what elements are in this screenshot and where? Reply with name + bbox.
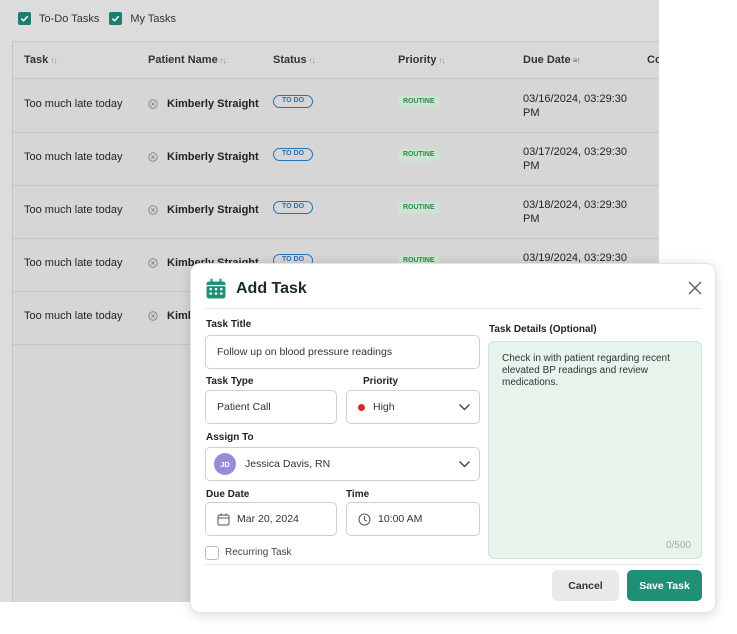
- task-cell: Too much late today: [24, 151, 123, 163]
- sort-icon[interactable]: ↑↓: [220, 56, 227, 65]
- filter-todo-tasks[interactable]: To-Do Tasks: [18, 12, 99, 25]
- column-header-extra[interactable]: Co: [647, 54, 659, 66]
- priority-select[interactable]: High: [346, 390, 480, 424]
- due-date-cell: 03/17/2024, 03:29:30 PM: [523, 146, 627, 172]
- due-date-cell: 03/16/2024, 03:29:30 PM: [523, 93, 627, 119]
- assign-to-label: Assign To: [206, 432, 254, 443]
- column-header-task[interactable]: Task ↑↓: [24, 54, 57, 66]
- task-cell: Too much late today: [24, 98, 123, 110]
- footer-divider: [205, 564, 701, 565]
- patient-cell: Kimberly Straight: [148, 204, 259, 216]
- task-details-textarea[interactable]: Check in with patient regarding recent e…: [488, 341, 702, 559]
- time-label: Time: [346, 489, 370, 500]
- recurring-task-label: Recurring Task: [225, 547, 292, 558]
- patient-cell: Kimberly Straight: [148, 98, 259, 110]
- filter-bar: To-Do Tasks My Tasks: [18, 12, 186, 25]
- time-input[interactable]: 10:00 AM: [346, 502, 480, 536]
- checkbox-checked-icon[interactable]: [109, 12, 123, 25]
- status-badge: TO DO: [273, 201, 314, 214]
- task-title-input[interactable]: Follow up on blood pressure readings: [205, 335, 480, 369]
- assign-to-select[interactable]: JD Jessica Davis, RN: [205, 447, 480, 481]
- priority-badge: ROUTINE: [398, 202, 440, 214]
- table-header: Task ↑↓ Patient Name ↑↓ Status ↑↓ Priority ↑…: [13, 41, 659, 79]
- chevron-down-icon[interactable]: [458, 459, 471, 469]
- task-cell: Too much late today: [24, 310, 123, 322]
- remove-circle-icon[interactable]: [148, 99, 158, 109]
- remove-circle-icon[interactable]: [148, 205, 158, 215]
- column-header-status[interactable]: Status ↑↓: [273, 54, 316, 66]
- sort-active-icon[interactable]: ≡↑: [573, 56, 581, 65]
- filter-label: My Tasks: [130, 12, 176, 25]
- priority-badge: ROUTINE: [398, 149, 440, 161]
- task-details-label: Task Details (Optional): [489, 324, 597, 335]
- remove-circle-icon[interactable]: [148, 311, 158, 321]
- task-type-input[interactable]: Patient Call: [205, 390, 337, 424]
- sort-icon[interactable]: ↑↓: [309, 56, 316, 65]
- filter-my-tasks[interactable]: My Tasks: [109, 12, 176, 25]
- due-date-cell: 03/18/2024, 03:29:30 PM: [523, 199, 627, 225]
- patient-cell: Kimberly Straight: [148, 151, 259, 163]
- recurring-checkbox[interactable]: [205, 546, 219, 560]
- remove-circle-icon[interactable]: [148, 258, 158, 268]
- column-header-patient[interactable]: Patient Name ↑↓: [148, 54, 227, 66]
- cancel-button[interactable]: Cancel: [552, 570, 619, 601]
- save-task-button[interactable]: Save Task: [627, 570, 702, 601]
- avatar: JD: [214, 453, 236, 475]
- column-header-priority[interactable]: Priority ↑↓: [398, 54, 446, 66]
- task-type-label: Task Type: [206, 376, 254, 387]
- calendar-icon: [206, 278, 226, 299]
- modal-header: Add Task: [205, 278, 307, 300]
- modal-title: Add Task: [236, 280, 307, 297]
- sort-icon[interactable]: ↑↓: [439, 56, 446, 65]
- header-divider: [205, 308, 701, 309]
- character-counter: 0/500: [665, 540, 691, 551]
- status-badge: TO DO: [273, 148, 314, 161]
- due-date-label: Due Date: [206, 489, 250, 500]
- table-row[interactable]: Too much late today Kimberly Straight TO…: [13, 80, 659, 133]
- stage: To-Do Tasks My Tasks Task ↑↓ Patient Name…: [0, 0, 737, 634]
- close-icon[interactable]: [687, 280, 703, 296]
- checkbox-checked-icon[interactable]: [18, 12, 31, 25]
- remove-circle-icon[interactable]: [148, 152, 158, 162]
- sort-icon[interactable]: ↑↓: [50, 56, 57, 65]
- clock-icon: [358, 513, 371, 525]
- task-title-label: Task Title: [206, 319, 252, 330]
- calendar-outline-icon: [217, 513, 230, 525]
- table-row[interactable]: Too much late today Kimberly Straight TO…: [13, 133, 659, 186]
- filter-label: To-Do Tasks: [39, 12, 100, 25]
- status-badge: TO DO: [273, 95, 314, 108]
- due-date-input[interactable]: Mar 20, 2024: [205, 502, 337, 536]
- chevron-down-icon[interactable]: [458, 402, 471, 412]
- task-cell: Too much late today: [24, 204, 123, 216]
- task-cell: Too much late today: [24, 257, 123, 269]
- priority-badge: ROUTINE: [398, 96, 440, 108]
- priority-label: Priority: [363, 376, 399, 387]
- add-task-modal: Add Task Task Title Follow up on blood p…: [190, 263, 716, 613]
- priority-high-dot: [358, 403, 365, 411]
- column-header-due-date[interactable]: Due Date ≡↑: [523, 54, 581, 66]
- table-row[interactable]: Too much late today Kimberly Straight TO…: [13, 186, 659, 239]
